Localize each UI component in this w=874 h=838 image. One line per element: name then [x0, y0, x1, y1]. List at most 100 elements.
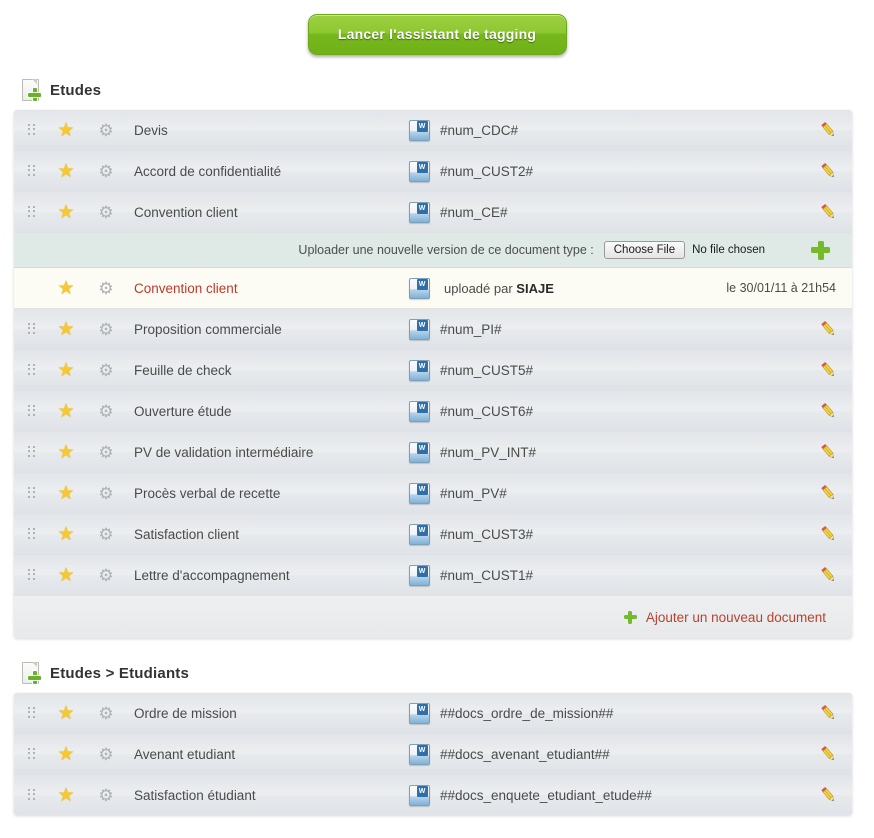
drag-handle-icon[interactable]	[14, 322, 48, 337]
drag-handle-icon[interactable]	[14, 205, 48, 220]
word-document-icon[interactable]	[402, 523, 436, 545]
drag-handle-icon[interactable]	[14, 164, 48, 179]
word-document-icon[interactable]	[402, 564, 436, 586]
drag-handle-icon[interactable]	[14, 445, 48, 460]
drag-handle-icon[interactable]	[14, 123, 48, 138]
gear-icon[interactable]: ⚙	[84, 746, 128, 763]
word-document-icon[interactable]	[402, 784, 436, 806]
gear-icon[interactable]: ⚙	[84, 444, 128, 461]
gear-icon[interactable]: ⚙	[84, 163, 128, 180]
table-row[interactable]: ★ ⚙ Satisfaction étudiant ##docs_enquete…	[14, 775, 852, 815]
uploaded-by: uploadé par SIAJE	[436, 281, 656, 296]
star-icon[interactable]: ★	[48, 566, 84, 585]
table-row[interactable]: ★ ⚙ PV de validation intermédiaire #num_…	[14, 432, 852, 473]
star-icon[interactable]: ★	[48, 320, 84, 339]
table-row[interactable]: ★ ⚙ Devis #num_CDC#	[14, 110, 852, 151]
pencil-edit-icon[interactable]	[804, 442, 852, 462]
pencil-edit-icon[interactable]	[804, 161, 852, 181]
document-name: Lettre d'accompagnement	[134, 567, 290, 583]
table-row[interactable]: ★ ⚙ Ordre de mission ##docs_ordre_de_mis…	[14, 693, 852, 734]
drag-handle-icon[interactable]	[14, 486, 48, 501]
pencil-edit-icon[interactable]	[804, 703, 852, 723]
section-header-etudes: Etudes	[22, 79, 874, 101]
gear-icon[interactable]: ⚙	[84, 122, 128, 139]
top-toolbar: Lancer l'assistant de tagging	[0, 0, 874, 55]
gear-icon[interactable]: ⚙	[84, 403, 128, 420]
drag-handle-icon[interactable]	[14, 527, 48, 542]
gear-icon[interactable]: ⚙	[84, 204, 128, 221]
pencil-edit-icon[interactable]	[804, 360, 852, 380]
word-document-icon[interactable]	[402, 359, 436, 381]
star-icon[interactable]: ★	[48, 121, 84, 140]
gear-icon[interactable]: ⚙	[84, 362, 128, 379]
pencil-edit-icon[interactable]	[804, 401, 852, 421]
pencil-edit-icon[interactable]	[804, 565, 852, 585]
star-icon[interactable]: ★	[48, 704, 84, 723]
star-icon[interactable]: ★	[48, 443, 84, 462]
uploaded-document-row[interactable]: ★ ⚙ Convention client uploadé par SIAJE …	[14, 268, 852, 309]
drag-handle-icon[interactable]	[14, 568, 48, 583]
choose-file-button[interactable]: Choose File	[603, 241, 686, 259]
document-tag: ##docs_enquete_etudiant_etude##	[440, 787, 652, 803]
star-icon[interactable]: ★	[48, 745, 84, 764]
word-document-icon[interactable]	[402, 160, 436, 182]
drag-handle-icon[interactable]	[14, 363, 48, 378]
star-icon[interactable]: ★	[48, 402, 84, 421]
gear-icon[interactable]: ⚙	[84, 485, 128, 502]
launch-tagging-assistant-button[interactable]: Lancer l'assistant de tagging	[307, 14, 567, 55]
document-tag: #num_CE#	[440, 204, 508, 220]
star-icon[interactable]: ★	[48, 786, 84, 805]
table-row[interactable]: ★ ⚙ Feuille de check #num_CUST5#	[14, 350, 852, 391]
pencil-edit-icon[interactable]	[804, 319, 852, 339]
gear-icon[interactable]: ⚙	[84, 280, 128, 297]
drag-handle-icon[interactable]	[14, 706, 48, 721]
table-row[interactable]: ★ ⚙ Ouverture étude #num_CUST6#	[14, 391, 852, 432]
pencil-edit-icon[interactable]	[804, 120, 852, 140]
gear-icon[interactable]: ⚙	[84, 705, 128, 722]
table-row[interactable]: ★ ⚙ Satisfaction client #num_CUST3#	[14, 514, 852, 555]
word-document-icon[interactable]	[402, 201, 436, 223]
table-row[interactable]: ★ ⚙ Convention client #num_CE#	[14, 192, 852, 233]
document-tag: #num_PV_INT#	[440, 444, 537, 460]
document-name: Convention client	[134, 204, 238, 220]
word-document-icon[interactable]	[402, 277, 436, 299]
star-icon[interactable]: ★	[48, 203, 84, 222]
table-row[interactable]: ★ ⚙ Procès verbal de recette #num_PV#	[14, 473, 852, 514]
document-name: Accord de confidentialité	[134, 163, 282, 179]
gear-icon[interactable]: ⚙	[84, 526, 128, 543]
star-icon[interactable]: ★	[48, 525, 84, 544]
uploaded-document-name: Convention client	[134, 280, 238, 296]
star-icon[interactable]: ★	[48, 279, 84, 298]
pencil-edit-icon[interactable]	[804, 202, 852, 222]
table-row[interactable]: ★ ⚙ Accord de confidentialité #num_CUST2…	[14, 151, 852, 192]
pencil-edit-icon[interactable]	[804, 483, 852, 503]
drag-handle-icon[interactable]	[14, 404, 48, 419]
pencil-edit-icon[interactable]	[804, 785, 852, 805]
upload-new-version-bar: Uploader une nouvelle version de ce docu…	[14, 233, 852, 268]
add-new-document-button[interactable]: Ajouter un nouveau document	[623, 610, 826, 625]
word-document-icon[interactable]	[402, 318, 436, 340]
confirm-upload-plus-icon[interactable]	[811, 240, 830, 260]
table-row[interactable]: ★ ⚙ Avenant etudiant ##docs_avenant_etud…	[14, 734, 852, 775]
pencil-edit-icon[interactable]	[804, 524, 852, 544]
star-icon[interactable]: ★	[48, 484, 84, 503]
drag-handle-icon[interactable]	[14, 747, 48, 762]
word-document-icon[interactable]	[402, 482, 436, 504]
word-document-icon[interactable]	[402, 119, 436, 141]
word-document-icon[interactable]	[402, 743, 436, 765]
document-tag: #num_CUST1#	[440, 567, 534, 583]
table-row[interactable]: ★ ⚙ Proposition commerciale #num_PI#	[14, 309, 852, 350]
gear-icon[interactable]: ⚙	[84, 787, 128, 804]
word-document-icon[interactable]	[402, 702, 436, 724]
drag-handle-icon[interactable]	[14, 788, 48, 803]
pencil-edit-icon[interactable]	[804, 744, 852, 764]
star-icon[interactable]: ★	[48, 361, 84, 380]
gear-icon[interactable]: ⚙	[84, 321, 128, 338]
word-document-icon[interactable]	[402, 441, 436, 463]
word-document-icon[interactable]	[402, 400, 436, 422]
document-name: Procès verbal de recette	[134, 485, 281, 501]
table-row[interactable]: ★ ⚙ Lettre d'accompagnement #num_CUST1#	[14, 555, 852, 596]
uploaded-by-prefix: uploadé par	[444, 280, 513, 296]
gear-icon[interactable]: ⚙	[84, 567, 128, 584]
star-icon[interactable]: ★	[48, 162, 84, 181]
